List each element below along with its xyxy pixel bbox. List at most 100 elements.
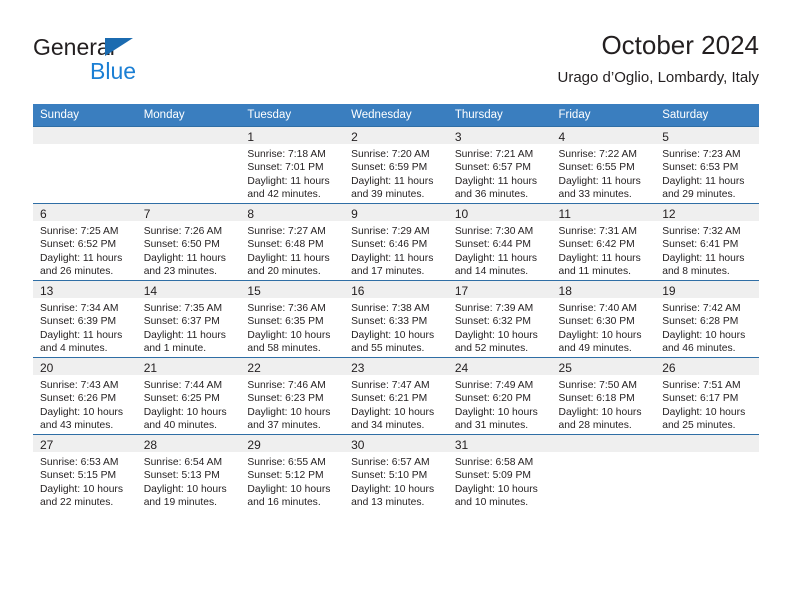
- day-number: 20: [33, 358, 137, 375]
- daylight-text-line1: Daylight: 10 hours: [351, 329, 435, 341]
- calendar-day-cell[interactable]: 22 Sunrise: 7:46 AM Sunset: 6:23 PM Dayligh…: [240, 357, 345, 435]
- calendar-day-cell[interactable]: 1 Sunrise: 7:18 AM Sunset: 7:01 PM Daylight…: [240, 126, 345, 204]
- day-details: Sunrise: 7:44 AM Sunset: 6:25 PM Daylight:…: [137, 375, 241, 432]
- calendar-day-cell[interactable]: 9 Sunrise: 7:29 AM Sunset: 6:46 PM Daylight…: [344, 203, 448, 281]
- daylight-text-line2: and 43 minutes.: [40, 419, 114, 431]
- calendar-day-cell[interactable]: 6 Sunrise: 7:25 AM Sunset: 6:52 PM Daylight…: [33, 203, 137, 281]
- calendar-day-cell[interactable]: 17 Sunrise: 7:39 AM Sunset: 6:32 PM Dayligh…: [447, 280, 552, 358]
- day-details: Sunrise: 7:40 AM Sunset: 6:30 PM Daylight:…: [552, 298, 656, 355]
- day-details: Sunrise: 7:27 AM Sunset: 6:48 PM Daylight:…: [240, 221, 344, 278]
- calendar-day-cell[interactable]: 13 Sunrise: 7:34 AM Sunset: 6:39 PM Dayligh…: [33, 280, 137, 358]
- sunset-text: Sunset: 6:20 PM: [454, 393, 531, 405]
- day-number: 25: [551, 358, 656, 375]
- calendar-day-cell[interactable]: 23 Sunrise: 7:47 AM Sunset: 6:21 PM Dayligh…: [344, 357, 448, 435]
- weekday-header-monday: Monday: [136, 104, 241, 127]
- calendar-day-cell[interactable]: 21 Sunrise: 7:44 AM Sunset: 6:25 PM Dayligh…: [136, 357, 241, 435]
- calendar-day-cell[interactable]: 12 Sunrise: 7:32 AM Sunset: 6:41 PM Dayligh…: [655, 203, 759, 281]
- daylight-text-line1: Daylight: 11 hours: [143, 329, 226, 341]
- calendar-day-cell[interactable]: 16 Sunrise: 7:38 AM Sunset: 6:33 PM Dayligh…: [344, 280, 448, 358]
- daylight-text-line2: and 1 minute.: [143, 342, 207, 354]
- sunset-text: Sunset: 6:35 PM: [247, 316, 324, 328]
- calendar-body: 1 Sunrise: 7:18 AM Sunset: 7:01 PM Daylight…: [33, 126, 759, 511]
- day-details: Sunrise: 7:31 AM Sunset: 6:42 PM Daylight:…: [552, 221, 656, 278]
- calendar-day-cell[interactable]: 14 Sunrise: 7:35 AM Sunset: 6:37 PM Dayligh…: [136, 280, 241, 358]
- sunset-text: Sunset: 6:30 PM: [558, 316, 635, 328]
- calendar-day-cell[interactable]: 20 Sunrise: 7:43 AM Sunset: 6:26 PM Dayligh…: [33, 357, 137, 435]
- calendar-day-cell[interactable]: 3 Sunrise: 7:21 AM Sunset: 6:57 PM Daylight…: [447, 126, 552, 204]
- day-number: 10: [447, 204, 552, 221]
- day-number: 16: [344, 281, 448, 298]
- calendar-day-cell[interactable]: 28 Sunrise: 6:54 AM Sunset: 5:13 PM Dayligh…: [136, 434, 241, 511]
- general-blue-logo[interactable]: General Blue: [33, 34, 213, 86]
- day-number: 5: [655, 127, 759, 144]
- calendar-day-cell[interactable]: 15 Sunrise: 7:36 AM Sunset: 6:35 PM Dayligh…: [240, 280, 345, 358]
- day-details: Sunrise: 6:53 AM Sunset: 5:15 PM Daylight:…: [33, 452, 137, 509]
- calendar-day-cell[interactable]: 27 Sunrise: 6:53 AM Sunset: 5:15 PM Dayligh…: [33, 434, 137, 511]
- day-details: Sunrise: 7:32 AM Sunset: 6:41 PM Daylight:…: [655, 221, 759, 278]
- calendar-day-cell[interactable]: 11 Sunrise: 7:31 AM Sunset: 6:42 PM Dayligh…: [551, 203, 656, 281]
- calendar-day-cell[interactable]: 5 Sunrise: 7:23 AM Sunset: 6:53 PM Daylight…: [655, 126, 759, 204]
- calendar-day-cell[interactable]: 25 Sunrise: 7:50 AM Sunset: 6:18 PM Dayligh…: [551, 357, 656, 435]
- sunrise-text: Sunrise: 7:47 AM: [351, 380, 430, 391]
- sunrise-text: Sunrise: 6:53 AM: [40, 457, 119, 468]
- sunset-text: Sunset: 5:15 PM: [40, 470, 117, 482]
- daylight-text-line2: and 17 minutes.: [351, 265, 425, 277]
- sunrise-text: Sunrise: 7:31 AM: [558, 226, 637, 237]
- calendar-day-cell[interactable]: 18 Sunrise: 7:40 AM Sunset: 6:30 PM Dayligh…: [551, 280, 656, 358]
- sunrise-text: Sunrise: 7:51 AM: [662, 380, 741, 391]
- day-details: Sunrise: 6:58 AM Sunset: 5:09 PM Daylight:…: [448, 452, 552, 509]
- calendar-day-cell[interactable]: 30 Sunrise: 6:57 AM Sunset: 5:10 PM Dayligh…: [344, 434, 448, 511]
- day-number: [655, 435, 759, 452]
- day-details: Sunrise: 7:34 AM Sunset: 6:39 PM Daylight:…: [33, 298, 137, 355]
- page-header: General Blue October 2024 Urago d’Oglio,…: [33, 28, 759, 98]
- sunset-text: Sunset: 6:18 PM: [558, 393, 635, 405]
- daylight-text-line1: Daylight: 10 hours: [351, 406, 435, 418]
- sunrise-text: Sunrise: 7:32 AM: [662, 226, 741, 237]
- sunset-text: Sunset: 6:44 PM: [454, 239, 531, 251]
- calendar-week-row: 13 Sunrise: 7:34 AM Sunset: 6:39 PM Dayligh…: [33, 280, 759, 358]
- sunset-text: Sunset: 6:41 PM: [662, 239, 739, 251]
- daylight-text-line1: Daylight: 11 hours: [454, 175, 538, 187]
- daylight-text-line1: Daylight: 10 hours: [454, 483, 538, 495]
- day-details: Sunrise: 7:49 AM Sunset: 6:20 PM Daylight:…: [448, 375, 552, 432]
- daylight-text-line1: Daylight: 11 hours: [247, 175, 330, 187]
- sunset-text: Sunset: 6:59 PM: [351, 162, 428, 174]
- sunrise-text: Sunrise: 7:23 AM: [662, 149, 741, 160]
- calendar-day-cell[interactable]: 2 Sunrise: 7:20 AM Sunset: 6:59 PM Daylight…: [344, 126, 448, 204]
- day-details: Sunrise: 7:38 AM Sunset: 6:33 PM Daylight:…: [344, 298, 448, 355]
- daylight-text-line1: Daylight: 10 hours: [247, 406, 331, 418]
- calendar-day-cell[interactable]: 7 Sunrise: 7:26 AM Sunset: 6:50 PM Daylight…: [136, 203, 241, 281]
- sunset-text: Sunset: 5:13 PM: [143, 470, 220, 482]
- daylight-text-line1: Daylight: 10 hours: [662, 406, 746, 418]
- day-number: [136, 127, 241, 144]
- calendar-day-cell[interactable]: 4 Sunrise: 7:22 AM Sunset: 6:55 PM Daylight…: [551, 126, 656, 204]
- day-details: Sunrise: 7:18 AM Sunset: 7:01 PM Daylight:…: [240, 144, 344, 201]
- day-number: 30: [344, 435, 448, 452]
- sunset-text: Sunset: 6:32 PM: [454, 316, 531, 328]
- calendar-day-cell[interactable]: 10 Sunrise: 7:30 AM Sunset: 6:44 PM Dayligh…: [447, 203, 552, 281]
- daylight-text-line2: and 19 minutes.: [143, 496, 217, 508]
- page-subtitle: Urago d’Oglio, Lombardy, Italy: [557, 69, 759, 86]
- daylight-text-line1: Daylight: 10 hours: [351, 483, 435, 495]
- daylight-text-line2: and 16 minutes.: [247, 496, 321, 508]
- calendar-day-cell[interactable]: 26 Sunrise: 7:51 AM Sunset: 6:17 PM Dayligh…: [655, 357, 759, 435]
- calendar-day-cell[interactable]: 8 Sunrise: 7:27 AM Sunset: 6:48 PM Daylight…: [240, 203, 345, 281]
- daylight-text-line2: and 40 minutes.: [143, 419, 217, 431]
- day-number: 7: [136, 204, 241, 221]
- day-number: 23: [344, 358, 448, 375]
- calendar-day-cell[interactable]: 29 Sunrise: 6:55 AM Sunset: 5:12 PM Dayligh…: [240, 434, 345, 511]
- daylight-text-line1: Daylight: 10 hours: [143, 406, 227, 418]
- daylight-text-line1: Daylight: 10 hours: [40, 483, 123, 495]
- calendar-day-cell[interactable]: 31 Sunrise: 6:58 AM Sunset: 5:09 PM Dayligh…: [447, 434, 552, 511]
- sunrise-text: Sunrise: 6:54 AM: [143, 457, 223, 468]
- day-details: Sunrise: 6:55 AM Sunset: 5:12 PM Daylight:…: [240, 452, 344, 509]
- weekday-header-thursday: Thursday: [447, 104, 552, 127]
- calendar-day-cell[interactable]: 24 Sunrise: 7:49 AM Sunset: 6:20 PM Dayligh…: [447, 357, 552, 435]
- sunset-text: Sunset: 6:46 PM: [351, 239, 428, 251]
- sunrise-text: Sunrise: 7:50 AM: [558, 380, 637, 391]
- sunrise-text: Sunrise: 7:49 AM: [454, 380, 534, 391]
- calendar-day-cell[interactable]: 19 Sunrise: 7:42 AM Sunset: 6:28 PM Dayligh…: [655, 280, 759, 358]
- calendar-day-cell-empty: [655, 434, 759, 511]
- sunset-text: Sunset: 6:37 PM: [143, 316, 220, 328]
- day-number: 9: [344, 204, 448, 221]
